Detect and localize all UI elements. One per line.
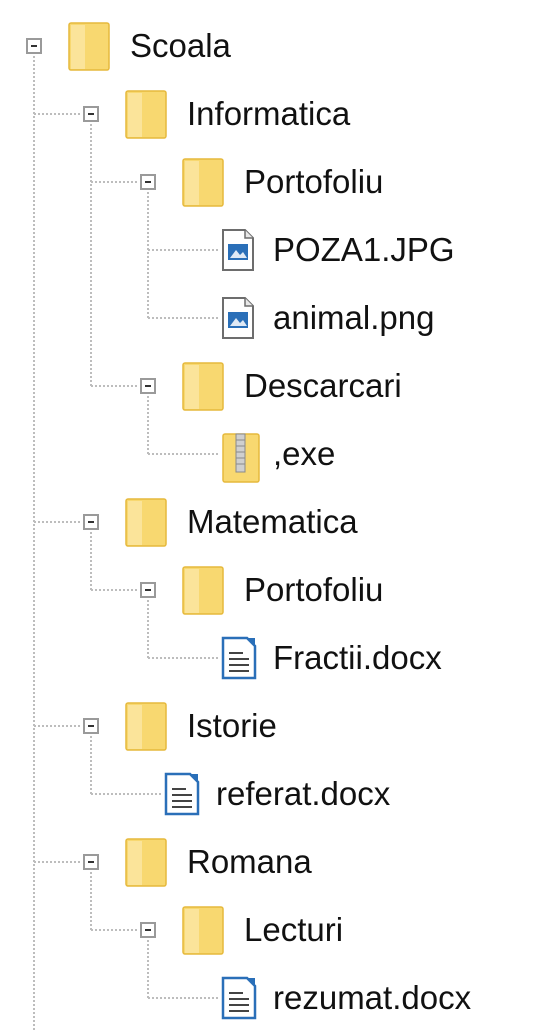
tree-item-label: Informatica	[187, 95, 351, 132]
folder-icon	[125, 496, 167, 553]
folder-icon	[182, 360, 224, 417]
tree-item-label: rezumat.docx	[273, 979, 472, 1016]
collapse-toggle[interactable]	[140, 582, 156, 598]
image-file-icon	[221, 296, 255, 345]
document-file-icon	[164, 772, 200, 821]
tree-item[interactable]: ,exe	[0, 422, 538, 486]
tree-item[interactable]: Romana	[0, 830, 538, 894]
collapse-toggle[interactable]	[140, 378, 156, 394]
tree-item[interactable]: Istorie	[0, 694, 538, 758]
tree-item-label: Portofoliu	[244, 163, 384, 200]
tree-item[interactable]: POZA1.JPG	[0, 218, 538, 282]
collapse-toggle[interactable]	[83, 106, 99, 122]
folder-icon	[125, 88, 167, 145]
tree-item[interactable]: Matematica	[0, 490, 538, 554]
document-file-icon	[221, 976, 257, 1025]
collapse-toggle[interactable]	[83, 514, 99, 530]
tree-item[interactable]: Scoala	[0, 14, 538, 78]
tree-item-label: Scoala	[130, 27, 231, 64]
tree-item-label: POZA1.JPG	[273, 231, 455, 268]
tree-item-label: ,exe	[273, 435, 336, 472]
tree-item-label: referat.docx	[216, 775, 391, 812]
tree-item[interactable]: referat.docx	[0, 762, 538, 826]
folder-icon	[182, 904, 224, 961]
folder-icon	[182, 564, 224, 621]
collapse-toggle[interactable]	[140, 922, 156, 938]
tree-item-label: Fractii.docx	[273, 639, 442, 676]
collapse-toggle[interactable]	[83, 854, 99, 870]
image-file-icon	[221, 228, 255, 277]
archive-file-icon	[221, 432, 261, 489]
tree-item-label: animal.png	[273, 299, 435, 336]
tree-item-label: Descarcari	[244, 367, 402, 404]
tree-item[interactable]: Informatica	[0, 82, 538, 146]
tree-item-label: Lecturi	[244, 911, 344, 948]
tree-item[interactable]: Portofoliu	[0, 558, 538, 622]
folder-icon	[125, 700, 167, 757]
folder-icon	[68, 20, 110, 77]
tree-item-label: Portofoliu	[244, 571, 384, 608]
tree-item[interactable]: rezumat.docx	[0, 966, 538, 1030]
tree-item[interactable]: Fractii.docx	[0, 626, 538, 690]
tree-item[interactable]: Portofoliu	[0, 150, 538, 214]
folder-icon	[125, 836, 167, 893]
collapse-toggle[interactable]	[140, 174, 156, 190]
document-file-icon	[221, 636, 257, 685]
tree-item[interactable]: Descarcari	[0, 354, 538, 418]
tree-item-label: Romana	[187, 843, 312, 880]
tree-item-label: Istorie	[187, 707, 277, 744]
folder-tree: Scoala Informatica Portofoliu POZA1.JPG …	[0, 0, 538, 1032]
collapse-toggle[interactable]	[26, 38, 42, 54]
tree-item-label: Matematica	[187, 503, 358, 540]
folder-icon	[182, 156, 224, 213]
tree-item[interactable]: Lecturi	[0, 898, 538, 962]
collapse-toggle[interactable]	[83, 718, 99, 734]
tree-item[interactable]: animal.png	[0, 286, 538, 350]
